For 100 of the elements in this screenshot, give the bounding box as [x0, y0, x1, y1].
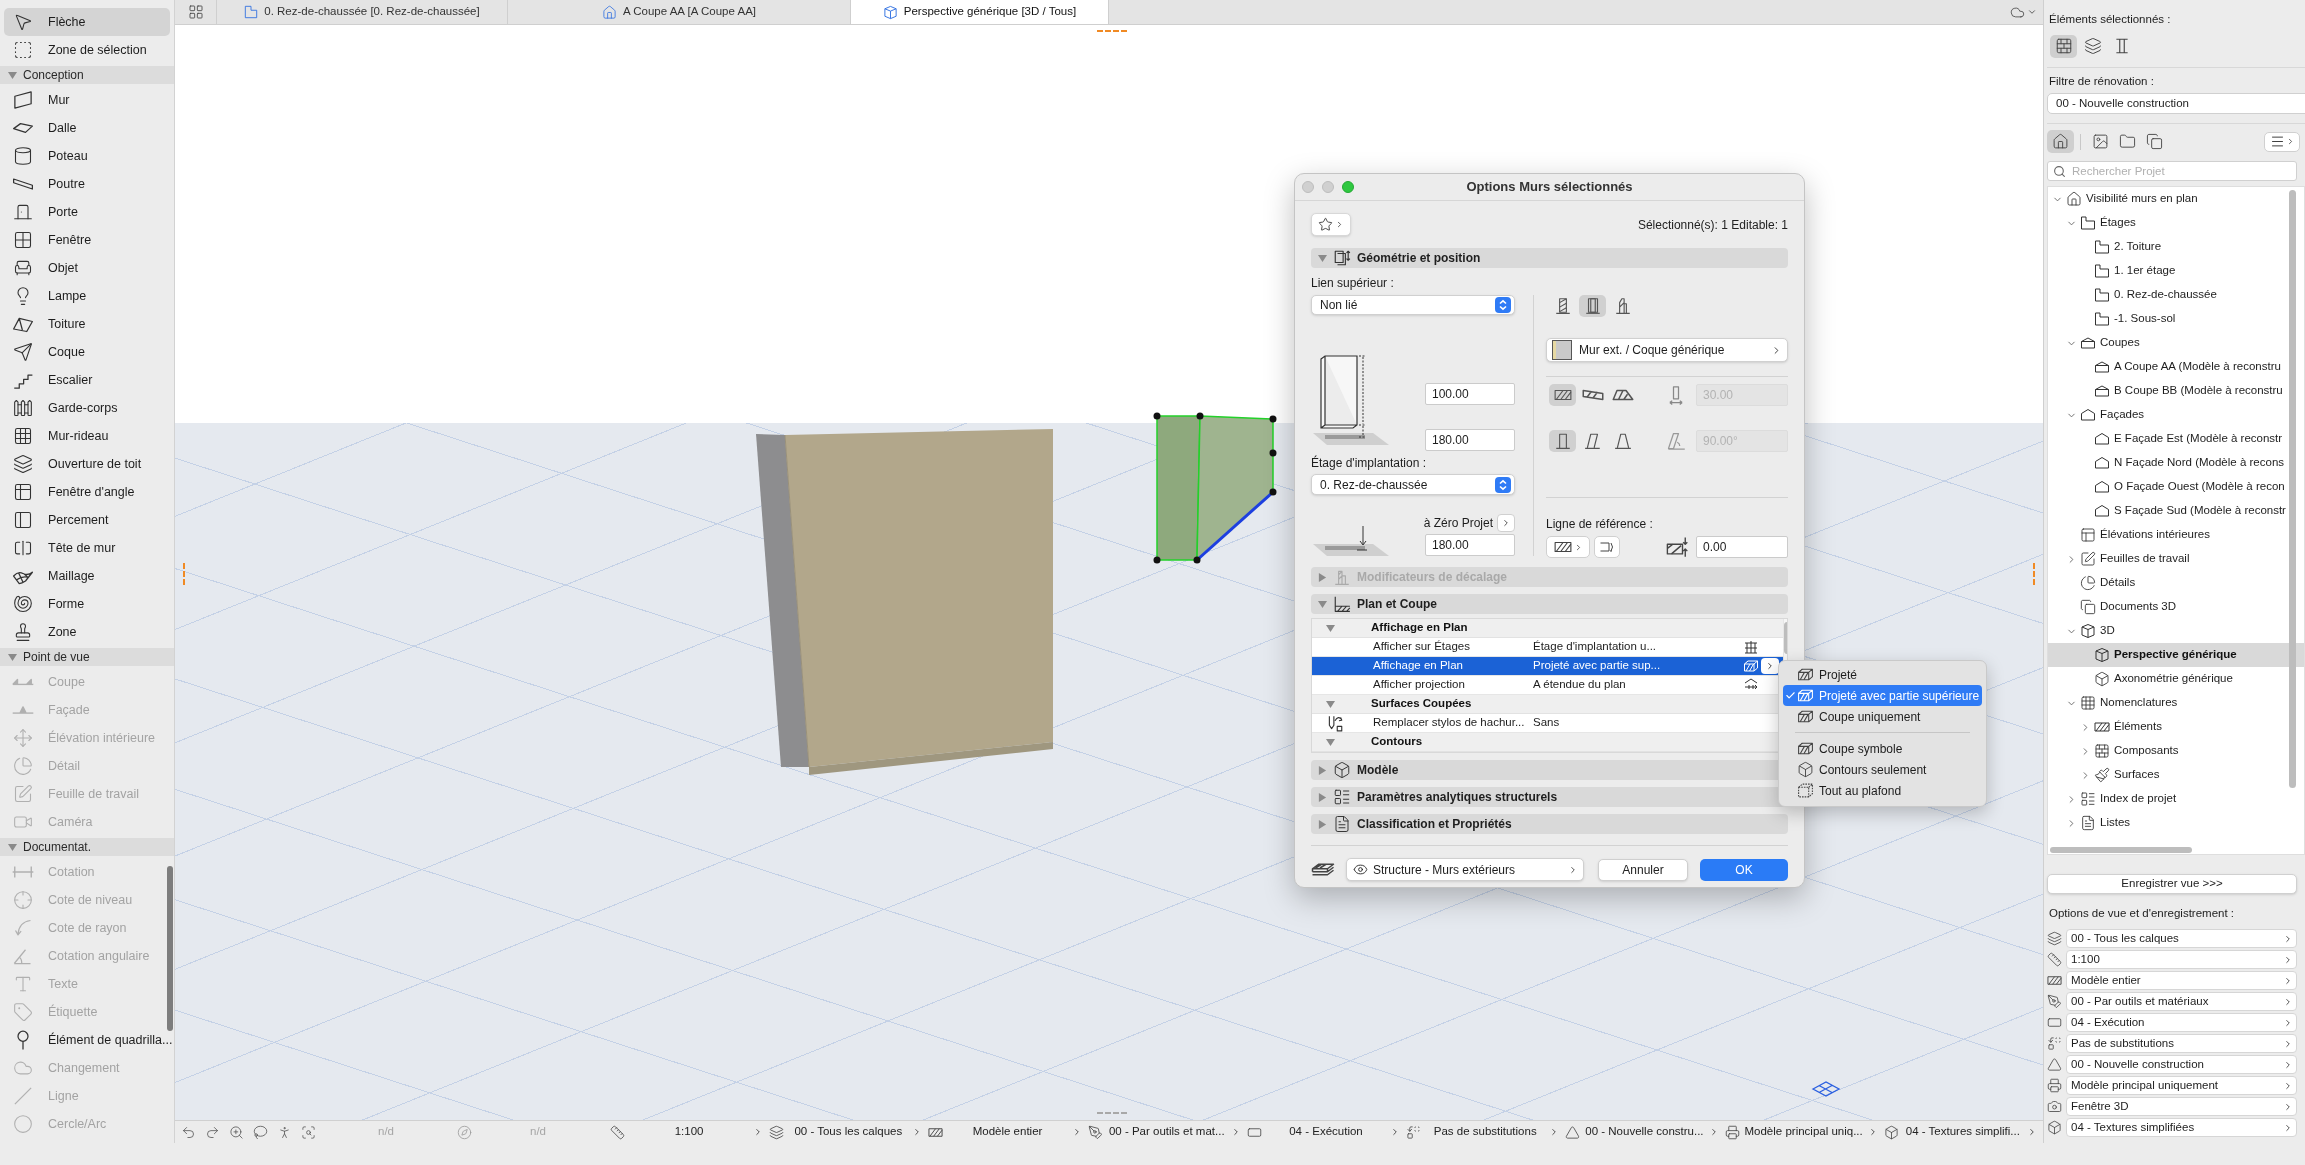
tree-item[interactable]: E Façade Est (Modèle à reconstr [2048, 427, 2304, 451]
view-option-select[interactable]: 1:100 [2066, 950, 2297, 969]
tool-button[interactable]: Coque [4, 338, 170, 366]
menu-item[interactable]: Coupe symbole [1783, 738, 1982, 759]
top-link-select[interactable]: Non lié [1311, 295, 1515, 315]
splitter-handle[interactable] [2033, 563, 2035, 585]
scrollbar-thumb[interactable] [2289, 190, 2296, 788]
tool-button[interactable]: Dalle [4, 114, 170, 142]
search-field[interactable]: Rechercher Projet [2047, 161, 2297, 181]
tree-item[interactable]: Façades [2048, 403, 2304, 427]
tool-button[interactable]: Mur [4, 86, 170, 114]
tree-item[interactable]: 1. 1er étage [2048, 259, 2304, 283]
tree-item[interactable]: Détails [2048, 571, 2304, 595]
toolbox-section-header[interactable]: Point de vue [0, 648, 174, 666]
view-setting-button[interactable]: 1:100 [610, 1122, 770, 1142]
tool-button[interactable]: Ouverture de toit [4, 450, 170, 478]
reference-line-button[interactable] [1546, 536, 1590, 558]
view-option-select[interactable]: 04 - Exécution [2066, 1013, 2297, 1032]
view-option-select[interactable]: 00 - Nouvelle construction [2066, 1055, 2297, 1074]
tree-item[interactable]: Coupes [2048, 331, 2304, 355]
slant-type-button[interactable] [1549, 430, 1576, 452]
layer-combination-select[interactable]: Structure - Murs extérieurs [1346, 858, 1584, 881]
tree-item[interactable]: Feuilles de travail [2048, 547, 2304, 571]
view-option-select[interactable]: Modèle entier [2066, 971, 2297, 990]
tool-button[interactable]: Porte [4, 198, 170, 226]
tree-item[interactable]: Composants [2048, 739, 2304, 763]
tool-button[interactable]: Maillage [4, 562, 170, 590]
tree-item[interactable]: 0. Rez-de-chaussée [2048, 283, 2304, 307]
base-offset-input[interactable]: 180.00 [1425, 429, 1515, 451]
tool-button[interactable]: Fenêtre [4, 226, 170, 254]
toolbox-section-header[interactable]: Conception [0, 66, 174, 84]
tool-button[interactable]: Forme [4, 590, 170, 618]
toolbox-section-header[interactable]: Documentat. [0, 838, 174, 856]
tool-button[interactable]: Garde-corps [4, 394, 170, 422]
view-option-select[interactable]: 04 - Textures simplifiées [2066, 1118, 2297, 1137]
view-option-select[interactable]: 00 - Tous les calques [2066, 929, 2297, 948]
scrollbar-thumb[interactable] [2050, 847, 2192, 853]
view-option-select[interactable]: Pas de substitutions [2066, 1034, 2297, 1053]
tool-button[interactable]: Mur-rideau [4, 422, 170, 450]
panel-header[interactable]: Classification et Propriétés [1311, 814, 1788, 834]
view-tab[interactable]: Perspective générique [3D / Tous] [850, 0, 1108, 24]
tree-item[interactable]: Listes [2048, 811, 2304, 835]
renovation-filter-select[interactable]: 00 - Nouvelle construction [2047, 93, 2305, 114]
home-story-select[interactable]: 0. Rez-de-chaussée [1311, 474, 1515, 495]
menu-item[interactable]: Projeté avec partie supérieure [1783, 685, 1982, 706]
tree-item[interactable]: Documents 3D [2048, 595, 2304, 619]
tree-item[interactable]: Étages [2048, 211, 2304, 235]
tool-button[interactable]: Zone de sélection [4, 36, 170, 64]
view-setting-button[interactable]: 00 - Nouvelle constru... [1565, 1122, 1725, 1142]
tool-button[interactable]: Objet [4, 254, 170, 282]
tree-item[interactable]: -1. Sous-sol [2048, 307, 2304, 331]
composite-select[interactable]: Mur ext. / Coque générique [1546, 338, 1788, 362]
view-setting-button[interactable]: 00 - Par outils et mat... [1087, 1122, 1247, 1142]
value-menu-button[interactable] [1761, 658, 1779, 674]
panel-header[interactable]: Géométrie et position [1311, 248, 1788, 268]
view-option-select[interactable]: Modèle principal uniquement [2066, 1076, 2297, 1095]
tree-item[interactable]: A Coupe AA (Modèle à reconstru [2048, 355, 2304, 379]
view-setting-button[interactable]: 00 - Tous les calques [769, 1122, 929, 1142]
panel-header[interactable]: Plan et Coupe [1311, 594, 1788, 614]
navigator-tab[interactable] [2047, 130, 2074, 153]
splitter-handle[interactable] [183, 563, 185, 585]
tree-item[interactable]: 3D [2048, 619, 2304, 643]
grid-rhombus-icon[interactable] [1812, 1081, 1841, 1097]
tool-button[interactable]: Tête de mur [4, 534, 170, 562]
view-option-select[interactable]: 00 - Par outils et matériaux [2066, 992, 2297, 1011]
tree-item[interactable]: Visibilité murs en plan [2048, 187, 2304, 211]
splitter-handle[interactable] [1097, 1112, 1127, 1114]
menu-item[interactable]: Projeté [1783, 664, 1982, 685]
geometry-type-button[interactable] [1549, 384, 1576, 406]
tree-item[interactable]: O Façade Ouest (Modèle à recon [2048, 475, 2304, 499]
favorites-button[interactable] [1311, 213, 1351, 236]
save-view-button[interactable]: Enregistrer vue >>> [2047, 874, 2297, 894]
tool-button[interactable]: Toiture [4, 310, 170, 338]
setting-row[interactable]: Affichage en Plan Projeté avec partie sup... [1312, 657, 1783, 676]
ok-button[interactable]: OK [1700, 858, 1788, 881]
view-setting-button[interactable]: 04 - Exécution [1246, 1122, 1407, 1142]
offset-input[interactable]: 0.00 [1696, 536, 1788, 558]
view-setting-button[interactable]: Modèle entier [928, 1122, 1088, 1142]
wall-drawing[interactable] [756, 429, 1053, 775]
tree-item[interactable]: Surfaces [2048, 763, 2304, 787]
tool-button[interactable]: Poteau [4, 142, 170, 170]
view-setting-button[interactable]: Modèle principal uniq... [1724, 1122, 1884, 1142]
view-setting-button[interactable]: Pas de substitutions [1406, 1122, 1566, 1142]
splitter-handle[interactable] [1097, 30, 1127, 32]
tree-item[interactable]: B Coupe BB (Modèle à reconstru [2048, 379, 2304, 403]
menu-item[interactable]: Coupe uniquement [1783, 706, 1982, 727]
navigator-menu-button[interactable] [2264, 131, 2300, 152]
setting-row[interactable]: Afficher sur Étages Étage d'implantation u... [1312, 638, 1783, 657]
tree-item[interactable]: 2. Toiture [2048, 235, 2304, 259]
tree-item[interactable]: Élévations intérieures [2048, 523, 2304, 547]
tool-button[interactable]: Percement [4, 506, 170, 534]
view-setting-button[interactable]: 04 - Textures simplifi... [1883, 1122, 2043, 1142]
tree-item[interactable]: Nomenclatures [2048, 691, 2304, 715]
elevation-input[interactable]: 180.00 [1425, 534, 1515, 556]
cancel-button[interactable]: Annuler [1598, 858, 1688, 881]
tool-button[interactable]: Escalier [4, 366, 170, 394]
tree-item[interactable]: S Façade Sud (Modèle à reconstr [2048, 499, 2304, 523]
view-option-select[interactable]: Fenêtre 3D [2066, 1097, 2297, 1116]
selected-wall-drawing[interactable] [1153, 412, 1277, 564]
group-row[interactable]: Affichage en Plan [1312, 619, 1783, 638]
